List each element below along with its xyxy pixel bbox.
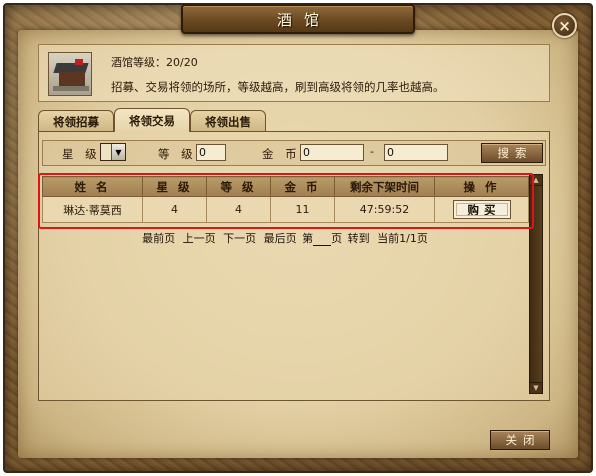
cell-action: 购买 (434, 196, 529, 223)
cell-time-left: 47:59:52 (334, 196, 435, 223)
gold-range-separator: - (370, 145, 374, 158)
general-trade-table: 姓 名 星 级 等 级 金 币 剩余下架时间 操 作 琳达·蒂莫西 4 4 11… (42, 176, 529, 223)
window-title: 酒馆 (276, 10, 331, 29)
chevron-down-icon[interactable]: ▼ (111, 144, 125, 160)
tab-general-trade[interactable]: 将领交易 (114, 108, 190, 132)
last-page-link[interactable]: 最后页 (264, 232, 297, 245)
star-filter-label: 星 级 (62, 147, 101, 161)
cell-level: 4 (206, 196, 271, 223)
column-header-time-left: 剩余下架时间 (334, 176, 435, 197)
column-header-action: 操 作 (434, 176, 529, 197)
window-title-plate: 酒馆 (181, 4, 415, 34)
first-page-link[interactable]: 最前页 (142, 232, 175, 245)
scroll-down-arrow-icon[interactable]: ▼ (529, 382, 543, 394)
tavern-description: 招募、交易将领的场所，等级越高，刷到高级将领的几率也越高。 (111, 80, 445, 94)
page-prefix: 第 (302, 232, 314, 245)
tab-general-recruit[interactable]: 将领招募 (38, 110, 114, 132)
table-row[interactable]: 琳达·蒂莫西 4 4 11 47:59:52 购买 (42, 196, 529, 223)
scrollbar[interactable] (529, 174, 543, 394)
prev-page-link[interactable]: 上一页 (183, 232, 216, 245)
trade-content-panel (38, 131, 550, 401)
search-button[interactable]: 搜索 (481, 143, 543, 163)
current-page-indicator: 当前1/1页 (377, 232, 428, 245)
column-header-gold: 金 币 (270, 176, 335, 197)
scroll-up-arrow-icon[interactable]: ▲ (529, 174, 543, 186)
page-number-input[interactable] (313, 235, 332, 246)
gold-filter-label: 金 币 (262, 147, 301, 161)
goto-page-link[interactable]: 转到 (348, 232, 370, 245)
tavern-building-icon (48, 52, 92, 96)
column-header-name: 姓 名 (42, 176, 143, 197)
close-button[interactable]: 关闭 (490, 430, 550, 450)
buy-button[interactable]: 购买 (452, 200, 511, 219)
tavern-info-panel: 酒馆等级：20/20 招募、交易将领的场所，等级越高，刷到高级将领的几率也越高。 (38, 44, 550, 102)
gold-max-input[interactable]: 0 (384, 144, 448, 161)
pagination: 最前页 上一页 下一页 最后页 第 页 转到 当前1/1页 (42, 230, 528, 246)
column-header-level: 等 级 (206, 176, 271, 197)
table-header-row: 姓 名 星 级 等 级 金 币 剩余下架时间 操 作 (42, 176, 529, 197)
page-suffix: 页 (331, 232, 343, 245)
next-page-link[interactable]: 下一页 (223, 232, 256, 245)
level-input[interactable]: 0 (196, 144, 226, 161)
level-filter-label: 等 级 (158, 147, 197, 161)
star-select[interactable]: ▼ (100, 143, 126, 161)
tavern-level: 酒馆等级：20/20 (111, 56, 198, 69)
gold-min-input[interactable]: 0 (300, 144, 364, 161)
tab-general-sell[interactable]: 将领出售 (190, 110, 266, 132)
cell-name: 琳达·蒂莫西 (42, 196, 143, 223)
cell-gold: 11 (270, 196, 335, 223)
column-header-star: 星 级 (142, 176, 207, 197)
cell-star: 4 (142, 196, 207, 223)
close-icon[interactable]: × (552, 13, 577, 38)
